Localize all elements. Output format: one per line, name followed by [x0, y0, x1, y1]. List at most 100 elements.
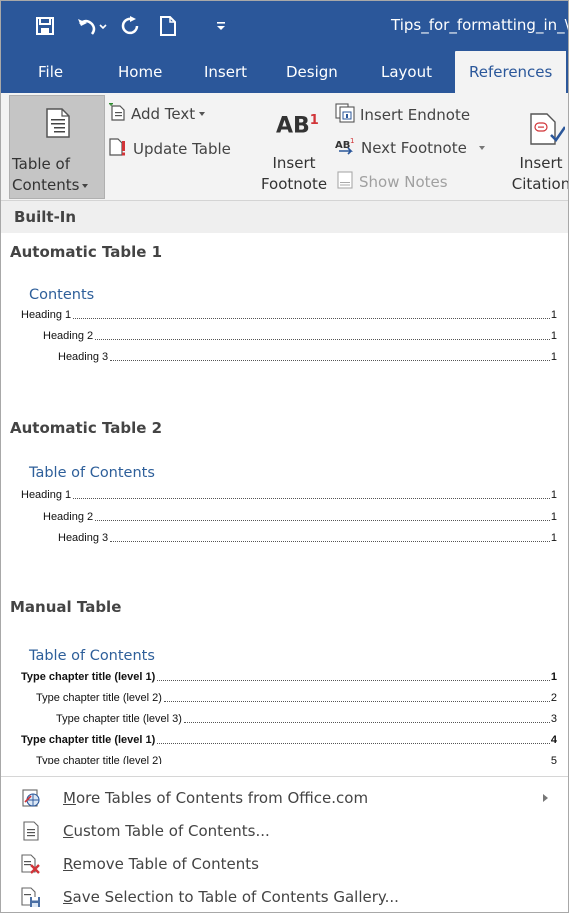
toc-label-line1: Table of [12, 155, 71, 173]
toc-line-text: Type chapter title (level 1) [21, 734, 156, 746]
toc-line-text: Type chapter title (level 2) [36, 692, 162, 704]
tab-file[interactable]: File [38, 51, 63, 93]
dot-leader [95, 339, 550, 340]
toc-line-text: Heading 3 [58, 351, 109, 363]
show-notes-button[interactable]: Show Notes [337, 171, 448, 193]
menu-label-rest: ave Selection to Table of Contents Galle… [72, 888, 399, 906]
insert-footnote-line1: Insert [272, 154, 316, 172]
toc-preview-line: Heading 1 1 [21, 307, 557, 323]
menu-label-rest: ustom Table of Contents... [73, 822, 270, 840]
more-tables-label: More Tables of Contents from Office.com [63, 789, 368, 807]
tab-design[interactable]: Design [286, 51, 338, 93]
tab-references[interactable]: References [455, 51, 567, 93]
toc-line-text: Heading 1 [21, 489, 72, 501]
new-document-icon[interactable] [156, 11, 180, 41]
toc-line-page: 1 [550, 330, 557, 342]
remove-toc-label: Remove Table of Contents [63, 855, 259, 873]
access-key: C [63, 822, 74, 840]
insert-citation-icon [529, 113, 567, 150]
custom-toc-item[interactable]: Custom Table of Contents... [1, 816, 568, 846]
insert-endnote-button[interactable]: Insert Endnote [335, 103, 470, 127]
insert-citation-line2: Citation [511, 175, 569, 193]
save-toc-icon [21, 887, 41, 907]
document-title: Tips_for_formatting_in_\ [391, 16, 569, 34]
tab-insert[interactable]: Insert [204, 51, 247, 93]
add-text-icon [109, 101, 125, 125]
dot-leader [110, 541, 550, 542]
toc-line-text: Heading 1 [21, 309, 72, 321]
insert-citation-label: Insert Citation [505, 153, 569, 195]
ribbon-tabs: File Home Insert Design Layout Reference… [1, 51, 568, 93]
next-footnote-icon: AB 1 [335, 137, 357, 159]
gallery-item-title: Manual Table [10, 598, 122, 616]
remove-toc-item[interactable]: Remove Table of Contents [1, 849, 568, 879]
insert-citation-line1: Insert [519, 154, 563, 172]
dot-leader [73, 318, 550, 319]
next-footnote-button[interactable]: AB 1 Next Footnote [335, 137, 485, 159]
toc-line-text: Heading 3 [58, 532, 109, 544]
chevron-down-icon [199, 112, 206, 116]
document-icon [21, 821, 41, 841]
chevron-down-icon [478, 146, 485, 150]
section-header-built-in: Built-In [1, 201, 568, 233]
title-bar: Tips_for_formatting_in_\ [1, 1, 569, 51]
insert-endnote-icon [335, 103, 357, 127]
insert-citation-button[interactable]: Insert Citation [497, 95, 569, 199]
save-selection-label: Save Selection to Table of Contents Gall… [63, 888, 399, 906]
customize-qat-icon[interactable] [213, 11, 229, 41]
chevron-right-icon [543, 794, 548, 802]
add-text-button[interactable]: Add Text [109, 101, 206, 125]
office-globe-icon [21, 788, 41, 808]
update-table-label: Update Table [133, 140, 231, 158]
more-tables-from-office-item[interactable]: More Tables of Contents from Office.com [1, 783, 568, 813]
toc-line-text: Heading 2 [43, 330, 94, 342]
gallery-clip-edge [1, 764, 568, 776]
footnote-ab: AB [276, 113, 310, 139]
undo-icon[interactable] [75, 11, 111, 41]
dot-leader [157, 743, 550, 744]
svg-text:1: 1 [350, 137, 354, 145]
dot-leader [110, 360, 550, 361]
toc-line-page: 1 [550, 511, 557, 523]
toc-preview-line: Heading 2 1 [43, 328, 557, 344]
references-ribbon: Table of Contents Add Text Update Table … [1, 93, 569, 201]
svg-text:AB: AB [335, 140, 350, 151]
menu-divider [1, 776, 568, 777]
access-key: S [63, 888, 73, 906]
insert-footnote-line2: Footnote [260, 175, 328, 193]
tab-home[interactable]: Home [118, 51, 162, 93]
add-text-label: Add Text [131, 105, 196, 123]
toc-label-line2: Contents [12, 176, 80, 194]
toc-line-page: 1 [550, 351, 557, 363]
tab-layout[interactable]: Layout [381, 51, 432, 93]
toc-preview-line: Heading 3 1 [58, 530, 557, 546]
show-notes-icon [337, 171, 353, 193]
toc-button-label: Table of Contents [12, 154, 104, 196]
toc-line-page: 4 [550, 734, 557, 746]
gallery-item-title: Automatic Table 1 [10, 243, 163, 261]
save-icon[interactable] [33, 11, 57, 41]
table-of-contents-button[interactable]: Table of Contents [9, 95, 105, 199]
toc-preview-line: Type chapter title (level 2) 2 [36, 690, 557, 706]
access-key: R [63, 855, 73, 873]
toc-preview-line: Heading 1 1 [21, 487, 557, 503]
toc-preview-heading: Contents [29, 287, 95, 303]
toc-preview-line: Heading 2 1 [43, 509, 557, 525]
dot-leader [183, 722, 550, 723]
dot-leader [95, 520, 550, 521]
toc-line-page: 2 [550, 692, 557, 704]
custom-toc-label: Custom Table of Contents... [63, 822, 270, 840]
word-window: Tips_for_formatting_in_\ File Home Inser… [0, 0, 569, 913]
toc-preview-line: Type chapter title (level 3) 3 [56, 711, 557, 727]
toc-line-text: Type chapter title (level 3) [56, 713, 182, 725]
toc-line-text: Heading 2 [43, 511, 94, 523]
redo-icon[interactable] [119, 11, 143, 41]
footnote-sup: 1 [309, 113, 319, 128]
update-table-icon [109, 137, 127, 161]
insert-footnote-button[interactable]: AB1 Insert Footnote [257, 95, 331, 199]
save-selection-to-gallery-item[interactable]: Save Selection to Table of Contents Gall… [1, 882, 568, 912]
toc-preview-heading: Table of Contents [29, 648, 155, 664]
toc-preview-line: Type chapter title (level 1) 4 [21, 732, 557, 748]
update-table-button[interactable]: Update Table [109, 137, 231, 161]
remove-toc-icon [21, 854, 41, 874]
